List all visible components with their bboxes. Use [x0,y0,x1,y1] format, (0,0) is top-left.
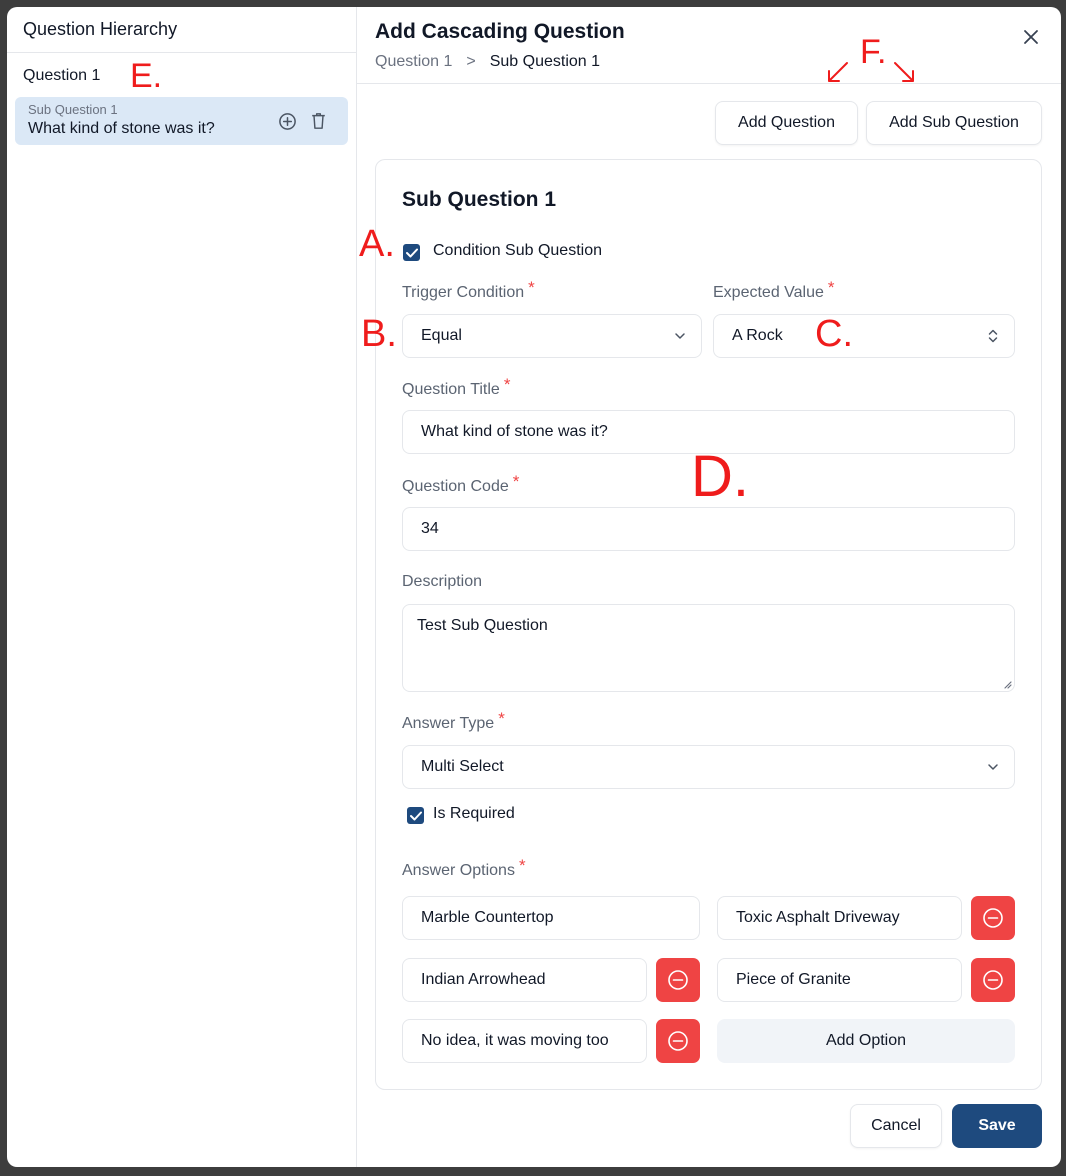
answer-option-input[interactable]: Marble Countertop [402,896,700,940]
annotation-a: A. [359,223,395,265]
remove-option-button[interactable] [971,896,1015,940]
chevron-down-icon [675,333,685,339]
add-option-button[interactable]: Add Option [717,1019,1015,1063]
arrow-down-left-icon [828,62,848,82]
answer-option-value: Toxic Asphalt Driveway [736,909,900,926]
modal-header: Add Cascading Question Question 1 > Sub … [357,7,1061,84]
form-title: Sub Question 1 [402,188,557,211]
answer-type-label: Answer Type * [402,709,505,733]
minus-circle-icon [983,908,1003,928]
minus-circle-icon [668,970,688,990]
description-value: Test Sub Question [417,617,548,634]
answer-option-value: Piece of Granite [736,971,851,988]
close-icon[interactable] [1021,27,1041,47]
question-hierarchy-sidebar: Question Hierarchy Question 1 Sub Questi… [7,7,357,1167]
sidebar-title: Question Hierarchy [7,7,356,53]
question-title-value: What kind of stone was it? [421,423,608,440]
minus-circle-icon [668,1031,688,1051]
answer-option-input[interactable]: Piece of Granite [717,958,962,1002]
is-required-checkbox[interactable] [407,807,424,824]
breadcrumb: Question 1 > Sub Question 1 [375,53,600,71]
answer-options-label: Answer Options * [402,856,526,880]
remove-option-button[interactable] [656,1019,700,1063]
question-title-label-text: Question Title [402,381,500,398]
answer-option-value: Indian Arrowhead [421,971,546,988]
is-required-label: Is Required [433,805,515,822]
required-asterisk: * [498,709,505,728]
required-asterisk: * [512,472,520,491]
remove-option-button[interactable] [656,958,700,1002]
breadcrumb-separator: > [466,53,476,70]
sub-question-form: Sub Question 1 Condition Sub Question Tr… [375,159,1042,1090]
required-asterisk: * [528,278,535,297]
minus-circle-icon [983,970,1003,990]
sub-question-caption: Sub Question 1 [28,102,118,117]
cancel-button[interactable]: Cancel [850,1104,942,1148]
check-icon [405,248,418,257]
question-code-label: Question Code * [402,472,519,496]
required-asterisk: * [827,278,835,297]
trigger-condition-value: Equal [421,327,462,344]
trigger-condition-label: Trigger Condition * [402,278,535,302]
trash-icon[interactable] [308,111,328,131]
trigger-condition-select[interactable]: Equal [402,314,702,358]
answer-type-select[interactable]: Multi Select [402,745,1015,789]
answer-option-input[interactable]: Toxic Asphalt Driveway [717,896,962,940]
remove-option-button[interactable] [971,958,1015,1002]
arrow-down-right-icon [894,62,914,82]
resize-grip-icon[interactable] [1002,679,1012,689]
annotation-f: F. [860,33,887,71]
expected-value-label: Expected Value * [713,278,835,302]
description-textarea[interactable]: Test Sub Question [402,604,1015,692]
annotation-d: D. [691,444,749,509]
breadcrumb-sub-question: Sub Question 1 [489,53,601,70]
question-code-label-text: Question Code [402,478,509,495]
expected-value-select[interactable]: A Rock [713,314,1015,358]
answer-type-value: Multi Select [421,758,504,775]
description-label: Description [402,573,483,590]
expected-value-label-text: Expected Value [713,284,824,301]
modal-title: Add Cascading Question [375,20,625,43]
expected-value-value: A Rock [732,327,783,344]
annotation-b: B. [361,313,397,355]
trigger-condition-label-text: Trigger Condition [402,284,525,301]
answer-options-label-text: Answer Options [402,862,515,879]
answer-option-value: Marble Countertop [421,909,554,926]
answer-option-input[interactable]: No idea, it was moving too [402,1019,647,1063]
cascading-question-modal: Question Hierarchy Question 1 Sub Questi… [7,7,1061,1167]
answer-type-label-text: Answer Type [402,715,495,732]
add-question-button[interactable]: Add Question [715,101,858,145]
breadcrumb-question[interactable]: Question 1 [375,53,452,71]
add-circle-icon[interactable] [277,111,297,131]
save-button[interactable]: Save [952,1104,1042,1148]
chevron-updown-icon [988,329,998,343]
required-asterisk: * [503,375,511,394]
annotation-e: E. [130,57,163,95]
sub-question-text: What kind of stone was it? [28,120,215,137]
annotation-c: C. [815,313,853,355]
add-sub-question-button[interactable]: Add Sub Question [866,101,1042,145]
tree-question-1[interactable]: Question 1 [23,67,100,85]
tree-sub-question-1[interactable]: Sub Question 1 What kind of stone was it… [15,97,348,145]
question-code-value: 34 [421,520,439,537]
answer-option-value: No idea, it was moving too [421,1032,609,1049]
required-asterisk: * [518,856,526,875]
condition-checkbox[interactable] [403,244,420,261]
chevron-down-icon [988,764,998,770]
check-icon [409,811,422,820]
answer-option-input[interactable]: Indian Arrowhead [402,958,647,1002]
condition-checkbox-label: Condition Sub Question [433,242,602,259]
question-title-label: Question Title * [402,375,510,399]
question-code-input[interactable]: 34 [402,507,1015,551]
